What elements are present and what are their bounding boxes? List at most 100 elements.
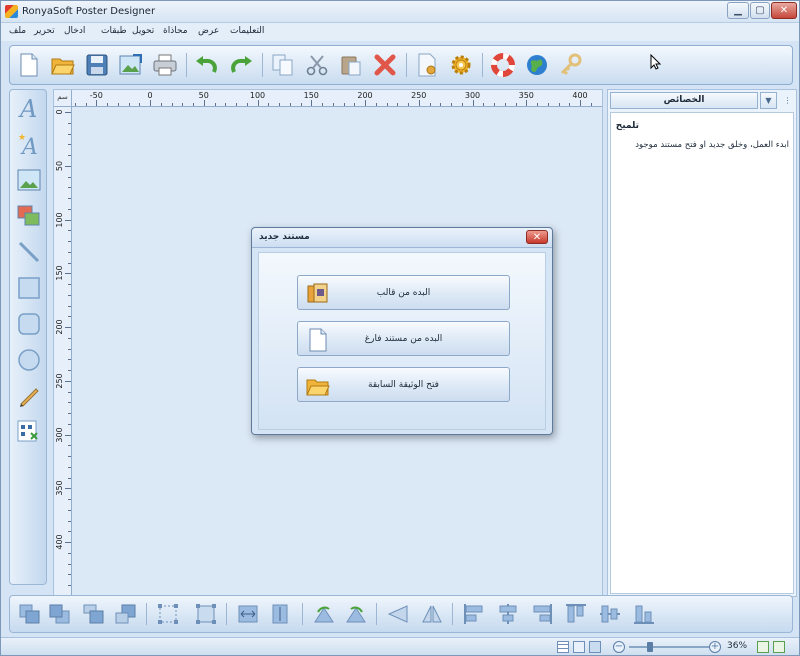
zoom-out-icon[interactable]: − — [613, 641, 625, 653]
curved-text-icon[interactable]: A ★ — [15, 130, 43, 158]
ruler-tick — [68, 305, 71, 307]
ruler-tick — [418, 100, 420, 106]
undo-icon[interactable] — [194, 52, 220, 78]
ruler-tick — [397, 103, 399, 106]
page-view-icon[interactable] — [573, 641, 585, 653]
delete-icon[interactable] — [372, 52, 398, 78]
ruler-tick — [68, 477, 71, 479]
chevron-down-icon[interactable]: ▼ — [760, 92, 777, 109]
menu-insert[interactable]: ادخال — [64, 26, 85, 36]
grid-view-icon[interactable] — [557, 641, 569, 653]
ungroup-icon[interactable] — [194, 602, 218, 626]
same-height-icon[interactable] — [268, 602, 292, 626]
align-top-icon[interactable] — [564, 602, 588, 626]
register-key-icon[interactable] — [558, 52, 584, 78]
qr-code-icon[interactable] — [15, 418, 43, 446]
ruler-tick — [68, 499, 71, 500]
menu-view[interactable]: عرض — [198, 26, 219, 36]
pencil-icon[interactable] — [15, 382, 43, 410]
menu-help[interactable]: التعليمات — [230, 26, 264, 36]
ruler-y-label: 250 — [55, 373, 64, 389]
ruler-tick — [68, 520, 71, 522]
copy-icon[interactable] — [270, 52, 296, 78]
menu-bar: ملف تحرير ادخال طبقات تحويل محاذاة عرض ا… — [1, 23, 799, 41]
flip-vertical-icon[interactable] — [420, 602, 444, 626]
help-lifebuoy-icon[interactable] — [490, 52, 516, 78]
ruler-tick — [386, 103, 388, 106]
zoom-in-icon[interactable]: + — [709, 641, 721, 653]
line-icon[interactable] — [15, 238, 43, 266]
send-to-back-icon[interactable] — [48, 602, 72, 626]
maximize-button[interactable]: ▢ — [750, 2, 770, 19]
zoom-fit-icon[interactable] — [757, 641, 769, 653]
redo-icon[interactable] — [228, 52, 254, 78]
ruler-tick — [68, 456, 71, 457]
ruler-y-label: 400 — [55, 534, 64, 550]
export-image-icon[interactable] — [118, 52, 144, 78]
fit-view-icon[interactable] — [589, 641, 601, 653]
menu-file[interactable]: ملف — [9, 26, 26, 36]
zoom-slider-thumb[interactable] — [647, 642, 653, 652]
bring-to-front-icon[interactable] — [18, 602, 42, 626]
dialog-title-bar: مستند جديد ✕ — [252, 228, 552, 248]
align-middle-icon[interactable] — [598, 602, 622, 626]
align-right-icon[interactable] — [530, 602, 554, 626]
rectangle-icon[interactable] — [15, 274, 43, 302]
cut-icon[interactable] — [304, 52, 330, 78]
dialog-close-button[interactable]: ✕ — [526, 230, 548, 244]
open-folder-icon[interactable] — [50, 52, 76, 78]
new-document-dialog: مستند جديد ✕ البده من قالب البده من مستن… — [251, 227, 553, 435]
align-left-icon[interactable] — [462, 602, 486, 626]
ruler-y-label: 100 — [55, 211, 64, 228]
ruler-tick — [515, 103, 517, 106]
new-document-icon[interactable] — [16, 52, 42, 78]
clipart-icon[interactable] — [15, 202, 43, 230]
paste-icon[interactable] — [338, 52, 364, 78]
menu-transform[interactable]: تحويل — [132, 26, 154, 36]
print-icon[interactable] — [152, 52, 178, 78]
page-setup-icon[interactable] — [414, 52, 440, 78]
start-from-blank-button[interactable]: البده من مستند فارغ — [297, 321, 510, 356]
minimize-button[interactable]: ▁ — [727, 2, 749, 19]
ruler-tick — [569, 103, 571, 106]
rotate-left-icon[interactable] — [312, 602, 336, 626]
image-icon[interactable] — [15, 166, 43, 194]
web-globe-icon[interactable] — [524, 52, 550, 78]
bring-forward-icon[interactable] — [82, 602, 106, 626]
send-backward-icon[interactable] — [114, 602, 138, 626]
zoom-slider[interactable] — [629, 646, 709, 648]
ruler-tick — [311, 100, 313, 106]
ellipse-icon[interactable] — [15, 346, 43, 374]
menu-layers[interactable]: طبقات — [101, 26, 127, 36]
rotate-right-icon[interactable] — [344, 602, 368, 626]
ruler-tick — [68, 359, 71, 361]
properties-tab[interactable]: الخصائص — [610, 92, 758, 109]
open-previous-document-button[interactable]: فتح الوثيقة السابقة — [297, 367, 510, 402]
zoom-level: 36% — [727, 641, 748, 651]
app-logo-icon — [5, 5, 18, 18]
settings-gear-icon[interactable] — [448, 52, 474, 78]
menu-edit[interactable]: تحرير — [34, 26, 55, 36]
close-window-button[interactable]: ✕ — [771, 2, 797, 19]
ruler-tick — [268, 103, 270, 106]
zoom-actual-icon[interactable] — [773, 641, 785, 653]
flip-horizontal-icon[interactable] — [386, 602, 410, 626]
text-icon[interactable]: A — [15, 94, 43, 122]
align-bottom-icon[interactable] — [632, 602, 656, 626]
group-icon[interactable] — [156, 602, 180, 626]
menu-align[interactable]: محاذاة — [163, 26, 188, 36]
hint-area: تلميح ابدء العمل، وخلق جديد او فتح مستند… — [610, 112, 794, 594]
ruler-tick — [547, 103, 549, 106]
ruler-tick — [257, 100, 259, 106]
ruler-x-label: 300 — [464, 91, 481, 100]
align-center-icon[interactable] — [496, 602, 520, 626]
ruler-y-label: 0 — [55, 109, 64, 115]
panel-grip-icon[interactable]: ⋮ — [780, 92, 795, 109]
save-icon[interactable] — [84, 52, 110, 78]
ruler-tick — [68, 348, 71, 350]
ruler-tick — [85, 103, 87, 106]
start-from-template-button[interactable]: البده من قالب — [297, 275, 510, 310]
ruler-tick — [461, 103, 463, 106]
same-width-icon[interactable] — [236, 602, 260, 626]
rounded-rectangle-icon[interactable] — [15, 310, 43, 338]
